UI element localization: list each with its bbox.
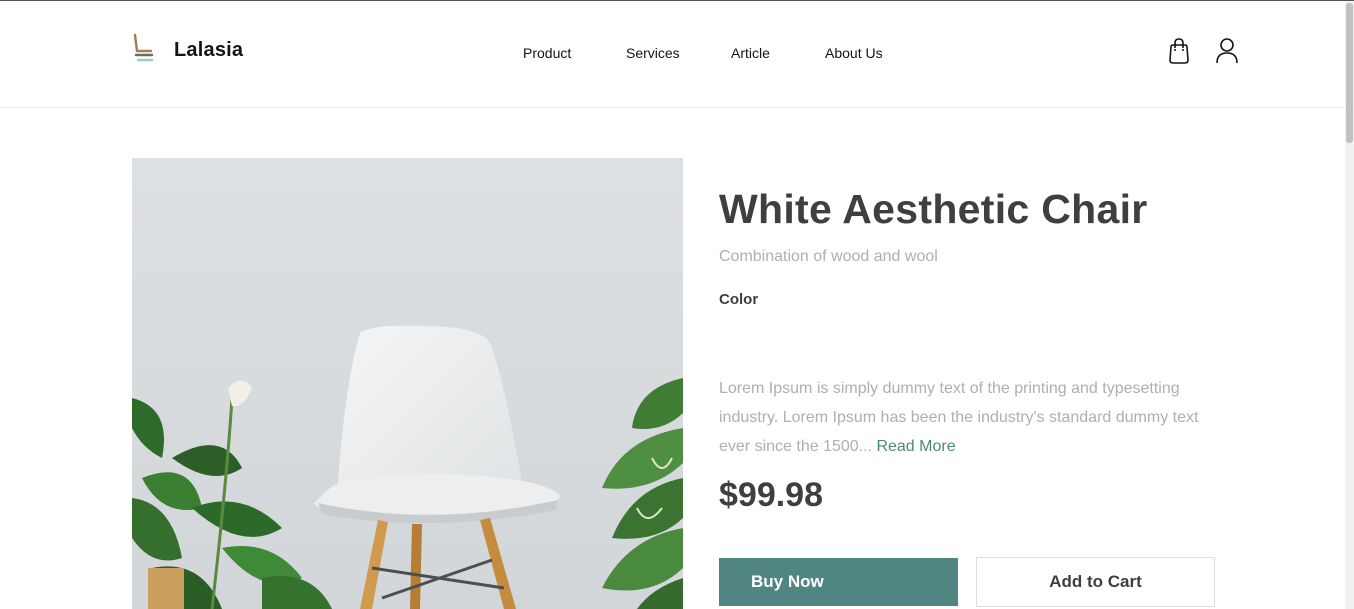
user-icon[interactable] [1214,36,1240,66]
nav-about-us[interactable]: About Us [825,45,883,61]
shopping-bag-icon[interactable] [1166,36,1192,66]
site-header: Lalasia Product Services Article About U… [0,1,1345,108]
scrollbar-thumb[interactable] [1346,3,1353,143]
main-nav: Product Services Article About Us [0,45,1345,65]
white-chair-photo [132,158,683,609]
add-to-cart-button[interactable]: Add to Cart [976,557,1215,607]
product-price: $99.98 [719,476,823,514]
description-text: Lorem Ipsum is simply dummy text of the … [719,380,1199,455]
page-scrollbar[interactable] [1345,1,1354,609]
buy-now-button[interactable]: Buy Now [719,558,958,606]
product-image [132,158,683,609]
product-description: Lorem Ipsum is simply dummy text of the … [719,374,1219,461]
product-subtitle: Combination of wood and wool [719,248,938,265]
color-label: Color [719,291,759,308]
nav-article[interactable]: Article [731,45,770,61]
read-more-link[interactable]: Read More [876,438,955,455]
nav-services[interactable]: Services [626,45,680,61]
nav-product[interactable]: Product [523,45,571,61]
product-title: White Aesthetic Chair [719,186,1148,232]
